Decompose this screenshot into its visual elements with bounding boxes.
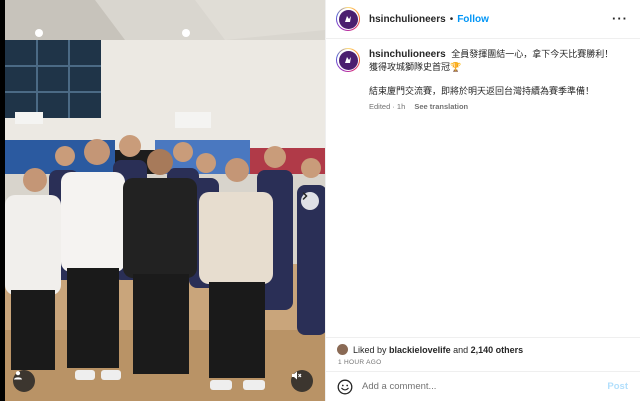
- post-timestamp: 1 HOUR AGO: [338, 359, 382, 366]
- follow-button[interactable]: Follow: [457, 14, 489, 25]
- caption-author-avatar[interactable]: [336, 48, 360, 72]
- user-tag-icon: [14, 371, 22, 380]
- comment-bar: Post: [326, 371, 640, 401]
- avatar-ring: [337, 49, 359, 71]
- tagged-users-button[interactable]: [13, 370, 35, 392]
- post-header: hsinchulioneers • Follow ···: [326, 0, 640, 39]
- next-media-button[interactable]: [301, 192, 319, 210]
- more-options-icon[interactable]: ···: [612, 12, 628, 25]
- likes-count[interactable]: 2,140 others: [471, 345, 524, 355]
- team-logo-icon: [338, 50, 358, 70]
- author-avatar[interactable]: [336, 7, 360, 31]
- liker-username[interactable]: blackielovelife: [389, 345, 451, 355]
- liker-avatar: [337, 344, 348, 355]
- lion-logo-glyph: [345, 57, 351, 63]
- emoji-icon[interactable]: [337, 379, 353, 395]
- post-caption: hsinchulioneers 全員發揮團結一心，拿下今天比賽勝利！ 獲得攻城獅…: [369, 48, 613, 337]
- post-comment-button[interactable]: Post: [607, 381, 628, 392]
- liked-by-prefix: Liked by: [353, 344, 387, 355]
- lion-logo-glyph: [345, 16, 351, 22]
- caption-line-3: 結束廈門交流賽，即將於明天返回台灣持續為賽季準備！: [369, 86, 595, 96]
- liked-by-summary[interactable]: Liked by blackielovelife and 2,140 other…: [337, 344, 523, 355]
- audio-muted-icon: [292, 371, 302, 380]
- post-modal: hsinchulioneers • Follow ··· hsinchulion…: [5, 0, 640, 401]
- edited-time: Edited · 1h: [369, 102, 406, 111]
- chevron-right-icon: [302, 192, 308, 200]
- comment-input[interactable]: [362, 381, 608, 392]
- avatar-ring: [337, 8, 359, 30]
- header-separator: •: [449, 13, 454, 25]
- likes-section: Liked by blackielovelife and 2,140 other…: [326, 337, 640, 371]
- caption-line-2: 獲得攻城獅隊史首冠🏆: [369, 62, 462, 72]
- caption-username[interactable]: hsinchulioneers: [369, 49, 446, 60]
- team-photo: [5, 0, 325, 401]
- see-translation-link[interactable]: See translation: [414, 102, 468, 111]
- team-logo-icon: [338, 9, 358, 29]
- caption-meta: Edited · 1h See translation: [369, 101, 613, 113]
- post-media[interactable]: [5, 0, 325, 401]
- liked-by-conjunction: and: [453, 344, 469, 355]
- audio-toggle-button[interactable]: [291, 370, 313, 392]
- caption-area: hsinchulioneers 全員發揮團結一心，拿下今天比賽勝利！ 獲得攻城獅…: [326, 39, 640, 337]
- post-side-panel: hsinchulioneers • Follow ··· hsinchulion…: [325, 0, 640, 401]
- author-username[interactable]: hsinchulioneers: [369, 14, 446, 25]
- caption-line-1: 全員發揮團結一心，拿下今天比賽勝利！: [451, 49, 614, 59]
